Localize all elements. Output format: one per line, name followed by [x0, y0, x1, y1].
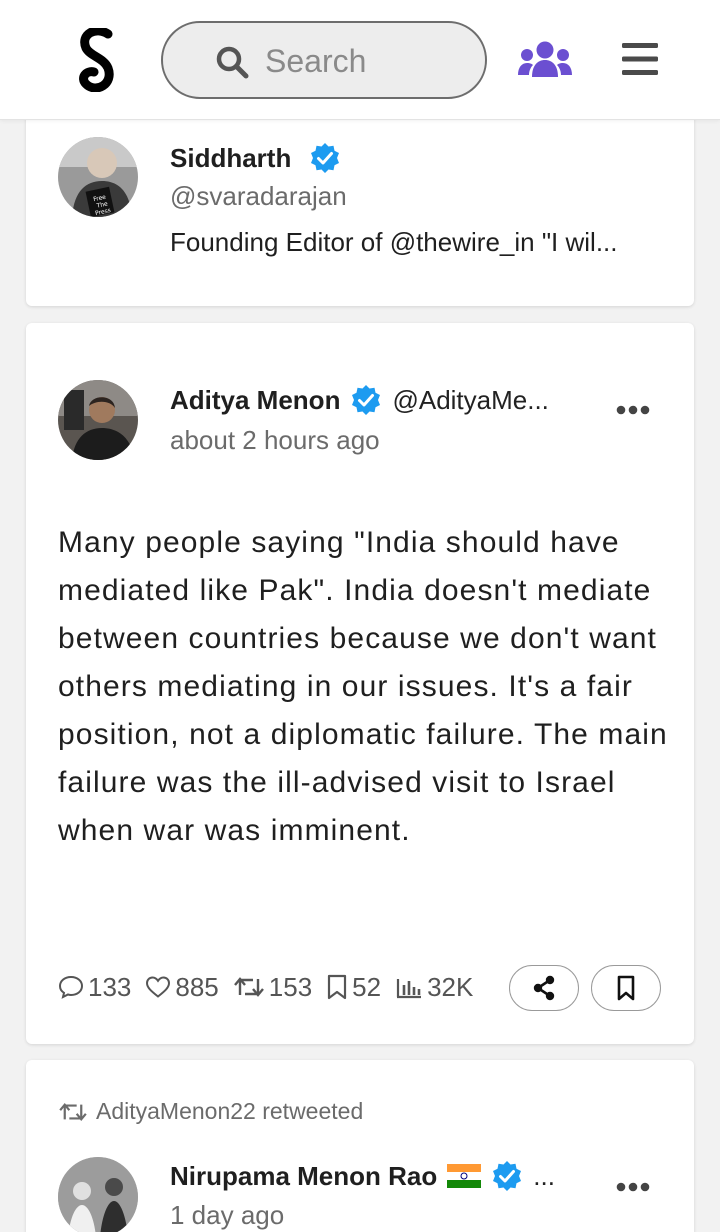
more-options-icon[interactable] — [616, 405, 650, 415]
profile-name[interactable]: Siddharth — [170, 143, 291, 174]
retweet-timestamp[interactable]: 1 day ago — [170, 1200, 284, 1231]
bookmark-icon — [328, 974, 347, 1000]
more-options-icon[interactable] — [616, 1182, 650, 1192]
hamburger-menu-icon[interactable] — [622, 42, 658, 76]
retweet-author-name[interactable]: Nirupama Menon Rao — [170, 1161, 437, 1192]
retweet-icon — [233, 977, 264, 997]
avatar[interactable] — [58, 380, 138, 460]
retweet-label[interactable]: AdityaMenon22 retweeted — [96, 1098, 363, 1125]
profile-handle: @svaradarajan — [170, 181, 347, 211]
reply-stat[interactable]: 133 — [58, 972, 131, 1003]
reply-count: 133 — [88, 971, 132, 1002]
india-flag-icon — [447, 1164, 482, 1188]
verified-badge-icon — [311, 143, 340, 173]
retweet-card[interactable]: AdityaMenon22 retweeted Nirupama Menon R… — [26, 1060, 694, 1232]
people-icon[interactable] — [518, 40, 572, 80]
reply-icon — [58, 975, 84, 999]
profile-card[interactable]: Free The Press Siddharth @svaradarajan F… — [26, 100, 694, 306]
top-bar: Search — [0, 0, 720, 120]
bookmark-stat[interactable]: 52 — [326, 972, 381, 1003]
verified-badge-icon — [352, 385, 381, 415]
avatar[interactable]: Free The Press — [58, 137, 138, 217]
retweet-icon — [59, 1102, 87, 1121]
search-icon — [216, 46, 249, 79]
views-stat[interactable]: 32K — [395, 972, 473, 1003]
views-count: 32K — [427, 971, 474, 1002]
tweet-author-handle[interactable]: @AdityaMe... — [392, 385, 548, 416]
views-chart-icon — [396, 979, 422, 999]
tweet-stats: 133 885 153 52 32K — [58, 967, 487, 1007]
profile-name-row: Siddharth — [170, 138, 341, 178]
like-count: 885 — [175, 971, 219, 1002]
tweet-author-row: Aditya Menon @AdityaMe... — [170, 380, 549, 420]
profile-bio: Founding Editor of @thewire_in "I wil... — [170, 227, 618, 257]
bookmark-count: 52 — [352, 971, 382, 1002]
truncation-ellipsis: ... — [533, 1160, 555, 1191]
retweet-stat[interactable]: 153 — [233, 972, 312, 1003]
tweet-text: Many people saying "India should have me… — [58, 526, 668, 847]
verified-badge-icon — [493, 1161, 522, 1191]
tweet-author-name[interactable]: Aditya Menon — [170, 385, 340, 416]
app-logo[interactable] — [74, 28, 122, 92]
bookmark-button[interactable] — [591, 965, 661, 1011]
retweet-label-row: AdityaMenon22 retweeted — [58, 1098, 363, 1125]
search-placeholder: Search — [265, 43, 367, 79]
share-button[interactable] — [509, 965, 579, 1011]
search-bar[interactable]: Search — [161, 21, 487, 99]
avatar[interactable] — [58, 1157, 138, 1232]
retweet-count: 153 — [268, 971, 313, 1002]
retweet-author-row: Nirupama Menon Rao ... — [170, 1156, 555, 1196]
heart-icon — [146, 976, 171, 998]
tweet-card[interactable]: Aditya Menon @AdityaMe... about 2 hours … — [26, 323, 694, 1044]
tweet-timestamp[interactable]: about 2 hours ago — [170, 425, 380, 456]
bookmark-icon — [617, 975, 635, 1001]
like-stat[interactable]: 885 — [145, 971, 219, 1003]
share-icon — [533, 975, 555, 1001]
